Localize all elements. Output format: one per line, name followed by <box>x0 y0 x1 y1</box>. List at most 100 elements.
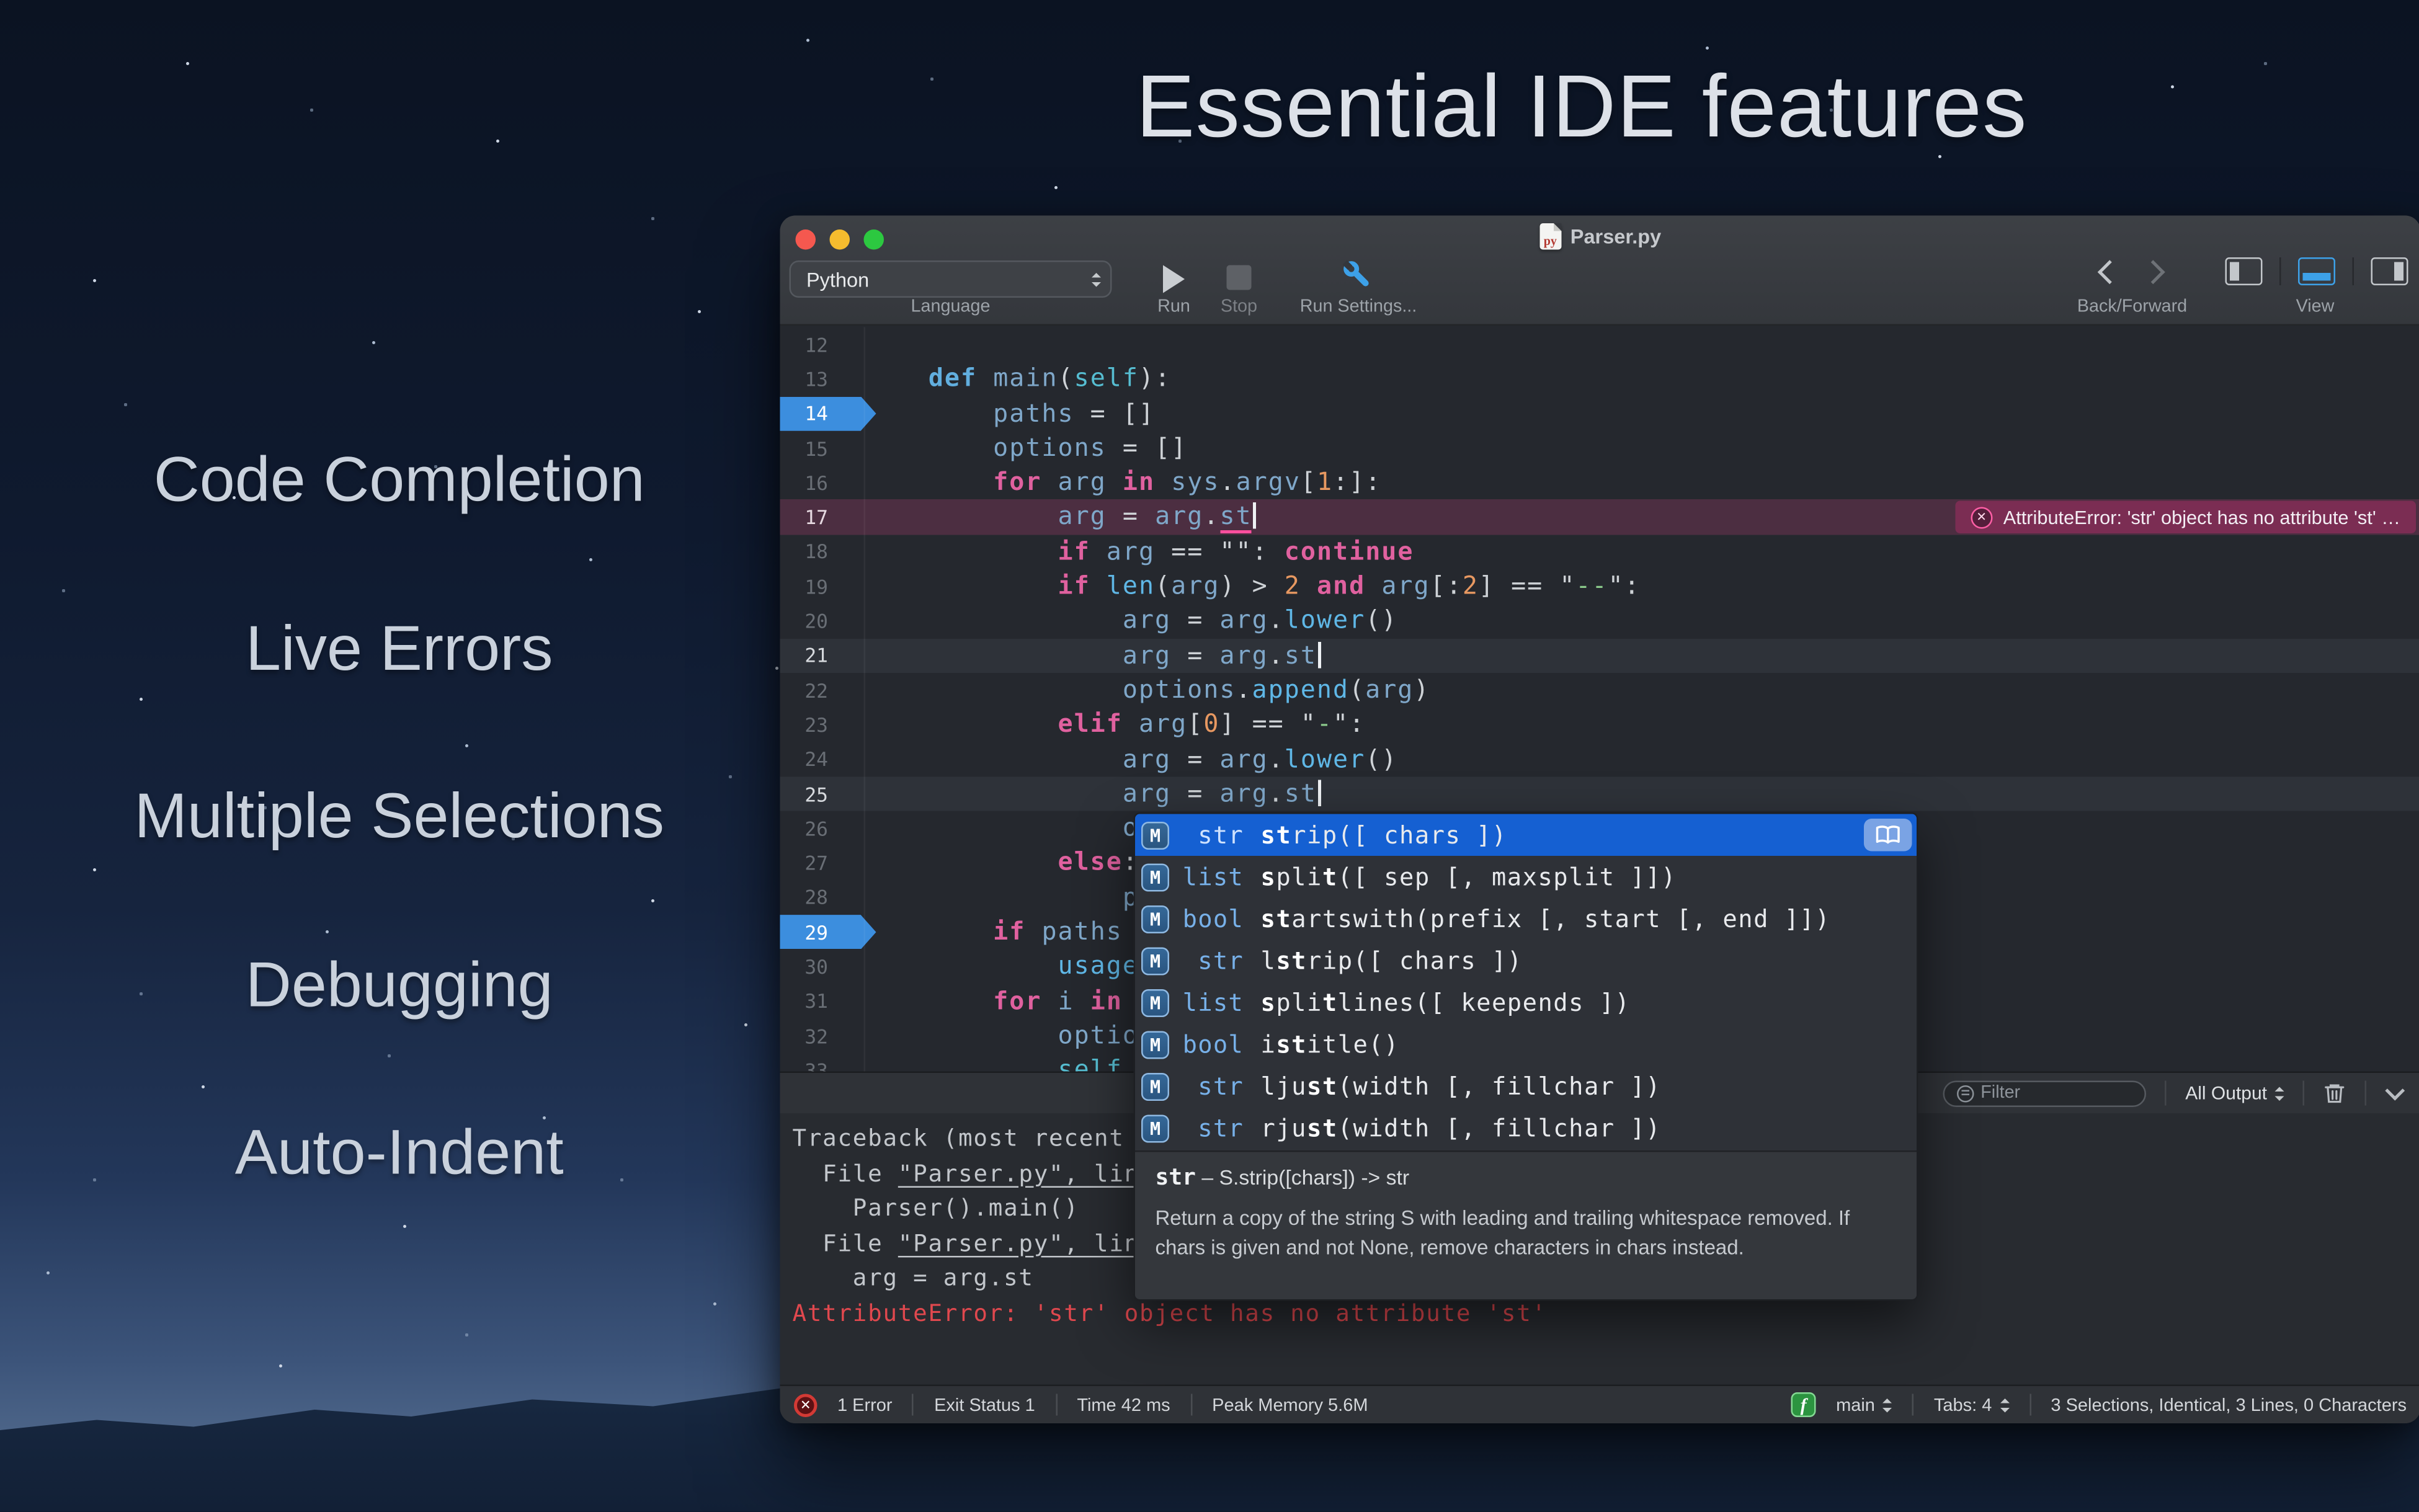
symbol-dropdown[interactable]: main <box>1836 1395 1892 1415</box>
code-line: 12 <box>780 327 2419 362</box>
completion-item[interactable]: Mlist splitlines([ keepends ]) <box>1135 982 1917 1024</box>
completion-return-type: str <box>1178 821 1244 849</box>
completion-item[interactable]: Mstr rjust(width [, fillchar ]) <box>1135 1108 1917 1150</box>
page-title: Essential IDE features <box>744 56 2419 158</box>
completion-signature: startswith(prefix [, start [, end ]]) <box>1261 905 1831 933</box>
feature-item: Debugging <box>0 949 799 1022</box>
code-text: if len(arg) > 2 and arg[:2] == "--": <box>864 569 1641 604</box>
line-number: 27 <box>780 852 864 875</box>
doc-title: str – S.strip([chars]) -> str <box>1156 1165 1897 1190</box>
code-line: 22 options.append(arg) <box>780 673 2419 708</box>
completion-signature: ljust(width [, fillchar ]) <box>1261 1073 1662 1101</box>
completion-return-type: bool <box>1178 1031 1244 1059</box>
stop-button[interactable] <box>1227 265 1252 290</box>
completion-signature: rjust(width [, fillchar ]) <box>1261 1115 1662 1143</box>
completion-return-type: bool <box>1178 905 1244 933</box>
completion-item[interactable]: Mlistsplit([ sep [, maxsplit ]]) <box>1135 856 1917 898</box>
view-label: View <box>2238 298 2393 316</box>
method-badge-icon: M <box>1141 863 1169 891</box>
completion-item[interactable]: Mbool istitle() <box>1135 1024 1917 1066</box>
clear-console-button[interactable] <box>2323 1081 2346 1106</box>
line-number: 26 <box>780 817 864 840</box>
feature-item: Auto-Indent <box>0 1116 799 1190</box>
completion-return-type: str <box>1178 1073 1244 1101</box>
line-number: 23 <box>780 713 864 737</box>
completion-item[interactable]: Mstr lstrip([ chars ]) <box>1135 940 1917 982</box>
completion-signature: strip([ chars ]) <box>1261 821 1507 849</box>
code-line: 17 arg = arg.st✕AttributeError: 'str' ob… <box>780 500 2419 535</box>
completion-signature: lstrip([ chars ]) <box>1261 947 1523 975</box>
view-right-panel-button[interactable] <box>2371 257 2408 285</box>
wrench-icon <box>1335 252 1379 296</box>
line-number: 28 <box>780 886 864 909</box>
line-number: 32 <box>780 1024 864 1047</box>
status-bar: ✕ 1 Error Exit Status 1 Time 42 ms Peak … <box>780 1385 2419 1424</box>
output-mode-select[interactable]: All Output <box>2185 1082 2284 1104</box>
method-badge-icon: M <box>1141 947 1169 975</box>
completion-return-type: list <box>1178 989 1244 1017</box>
completion-item[interactable]: Mboolstartswith(prefix [, start [, end ]… <box>1135 898 1917 940</box>
gutter-divider <box>864 327 866 1072</box>
filter-input[interactable]: Filter <box>1943 1080 2147 1106</box>
code-line: 16 for arg in sys.argv[1:]: <box>780 465 2419 500</box>
code-text: arg = arg.st <box>864 638 1321 673</box>
completion-signature: splitlines([ keepends ]) <box>1261 989 1631 1017</box>
line-number: 19 <box>780 575 864 598</box>
view-left-panel-button[interactable] <box>2225 257 2263 285</box>
completion-return-type: str <box>1178 1115 1244 1143</box>
text-cursor <box>1254 503 1256 530</box>
run-settings-label: Run Settings... <box>1276 298 1441 316</box>
peak-memory: Peak Memory 5.6M <box>1212 1395 1368 1415</box>
chevron-updown-icon <box>1092 272 1101 287</box>
line-number: 33 <box>780 1059 864 1071</box>
window-title: py Parser.py <box>780 223 2419 250</box>
line-number: 25 <box>780 782 864 806</box>
stop-label: Stop <box>1190 298 1289 316</box>
docs-book-button[interactable] <box>1864 819 1912 852</box>
view-bottom-panel-button[interactable] <box>2298 257 2335 285</box>
forward-button[interactable] <box>2141 260 2165 284</box>
inline-error-text: AttributeError: 'str' object has no attr… <box>2003 507 2400 528</box>
error-message: AttributeError: 'str' object has no attr… <box>793 1299 1547 1327</box>
code-text: if arg == "": continue <box>864 535 1414 569</box>
run-button[interactable] <box>1157 260 1191 298</box>
method-badge-icon: M <box>1141 989 1169 1017</box>
method-badge-icon: M <box>1141 1031 1169 1059</box>
completion-signature: istitle() <box>1261 1031 1400 1059</box>
line-number: 30 <box>780 955 864 979</box>
console-line: AttributeError: 'str' object has no attr… <box>793 1296 2419 1330</box>
error-circle-x-icon: ✕ <box>1971 507 1992 528</box>
error-count-icon: ✕ <box>794 1393 817 1416</box>
completion-item[interactable]: Mstrljust(width [, fillchar ]) <box>1135 1066 1917 1108</box>
back-button[interactable] <box>2098 260 2122 284</box>
language-value: Python <box>806 267 869 291</box>
text-cursor <box>1318 780 1321 806</box>
tabs-dropdown[interactable]: Tabs: 4 <box>1934 1395 2009 1415</box>
method-badge-icon: M <box>1141 821 1169 849</box>
run-settings-button[interactable] <box>1342 259 1376 296</box>
line-number: 22 <box>780 678 864 702</box>
completion-return-type: str <box>1178 947 1244 975</box>
open-book-icon <box>1875 825 1902 845</box>
method-badge-icon: M <box>1141 1115 1169 1143</box>
line-number: 18 <box>780 540 864 564</box>
selection-info: 3 Selections, Identical, 3 Lines, 0 Char… <box>2051 1395 2407 1415</box>
line-number: 15 <box>780 437 864 460</box>
completion-item[interactable]: Mstr strip([ chars ]) <box>1135 814 1917 856</box>
line-number: 29 <box>780 920 864 944</box>
code-line: 19 if len(arg) > 2 and arg[:2] == "--": <box>780 569 2419 604</box>
code-text: options = [] <box>864 431 1188 466</box>
code-text: else: <box>864 846 1139 881</box>
python-file-icon: py <box>1539 223 1561 250</box>
line-number: 13 <box>780 367 864 391</box>
collapse-console-icon[interactable] <box>2385 1080 2405 1100</box>
completion-popup: Mstr strip([ chars ]) Mlistsplit([ sep [, … <box>1134 812 1918 1301</box>
exit-status: Exit Status 1 <box>934 1395 1035 1415</box>
window-titlebar: Python Language Run Stop Run Settings...… <box>780 216 2419 326</box>
completion-doc-panel: str – S.strip([chars]) -> strReturn a co… <box>1135 1150 1917 1299</box>
line-number: 16 <box>780 471 864 495</box>
page: Essential IDE features Code CompletionLi… <box>0 0 2419 1512</box>
language-select[interactable]: Python <box>790 260 1112 298</box>
code-line: 24 arg = arg.lower() <box>780 742 2419 776</box>
line-number: 31 <box>780 990 864 1013</box>
